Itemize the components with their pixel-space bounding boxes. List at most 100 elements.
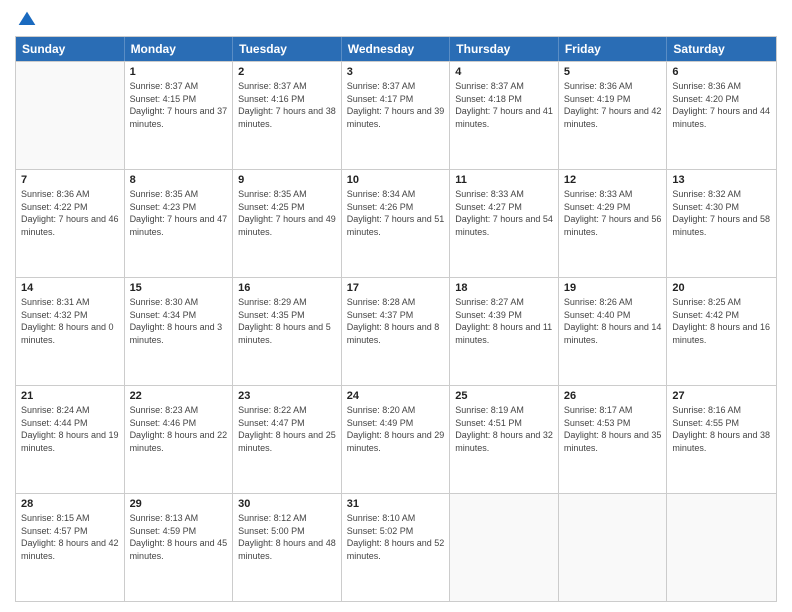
day-info: Sunrise: 8:27 AMSunset: 4:39 PMDaylight:… [455, 296, 553, 346]
day-number: 14 [21, 282, 119, 294]
calendar-cell: 30 Sunrise: 8:12 AMSunset: 5:00 PMDayligh… [233, 494, 342, 601]
calendar-header: SundayMondayTuesdayWednesdayThursdayFrid… [16, 37, 776, 61]
day-number: 29 [130, 498, 228, 510]
day-number: 15 [130, 282, 228, 294]
logo [15, 10, 37, 30]
calendar-cell: 13 Sunrise: 8:32 AMSunset: 4:30 PMDayligh… [667, 170, 776, 277]
day-info: Sunrise: 8:25 AMSunset: 4:42 PMDaylight:… [672, 296, 771, 346]
day-number: 26 [564, 390, 662, 402]
calendar-cell [450, 494, 559, 601]
header-day-wednesday: Wednesday [342, 37, 451, 61]
day-info: Sunrise: 8:31 AMSunset: 4:32 PMDaylight:… [21, 296, 119, 346]
calendar-week-4: 21 Sunrise: 8:24 AMSunset: 4:44 PMDayligh… [16, 385, 776, 493]
day-info: Sunrise: 8:36 AMSunset: 4:22 PMDaylight:… [21, 188, 119, 238]
day-number: 6 [672, 66, 771, 78]
calendar-cell: 10Sunrise: 8:34 AMSunset: 4:26 PMDayligh… [342, 170, 451, 277]
day-number: 21 [21, 390, 119, 402]
calendar-cell: 1 Sunrise: 8:37 AMSunset: 4:15 PMDaylight… [125, 62, 234, 169]
calendar-cell: 23 Sunrise: 8:22 AMSunset: 4:47 PMDayligh… [233, 386, 342, 493]
day-info: Sunrise: 8:35 AMSunset: 4:25 PMDaylight:… [238, 188, 336, 238]
day-info: Sunrise: 8:33 AMSunset: 4:27 PMDaylight:… [455, 188, 553, 238]
calendar-cell: 27 Sunrise: 8:16 AMSunset: 4:55 PMDayligh… [667, 386, 776, 493]
day-info: Sunrise: 8:37 AMSunset: 4:15 PMDaylight:… [130, 80, 228, 130]
calendar-cell: 26 Sunrise: 8:17 AMSunset: 4:53 PMDayligh… [559, 386, 668, 493]
calendar-cell: 25Sunrise: 8:19 AMSunset: 4:51 PMDayligh… [450, 386, 559, 493]
calendar-cell [667, 494, 776, 601]
day-info: Sunrise: 8:24 AMSunset: 4:44 PMDaylight:… [21, 404, 119, 454]
header-day-monday: Monday [125, 37, 234, 61]
day-number: 28 [21, 498, 119, 510]
calendar-cell: 29 Sunrise: 8:13 AMSunset: 4:59 PMDayligh… [125, 494, 234, 601]
day-info: Sunrise: 8:32 AMSunset: 4:30 PMDaylight:… [672, 188, 771, 238]
day-info: Sunrise: 8:37 AMSunset: 4:17 PMDaylight:… [347, 80, 445, 130]
calendar-cell: 14 Sunrise: 8:31 AMSunset: 4:32 PMDayligh… [16, 278, 125, 385]
calendar-cell: 28 Sunrise: 8:15 AMSunset: 4:57 PMDayligh… [16, 494, 125, 601]
calendar-cell [16, 62, 125, 169]
day-info: Sunrise: 8:37 AMSunset: 4:16 PMDaylight:… [238, 80, 336, 130]
day-info: Sunrise: 8:13 AMSunset: 4:59 PMDaylight:… [130, 512, 228, 562]
day-number: 22 [130, 390, 228, 402]
day-number: 17 [347, 282, 445, 294]
day-number: 7 [21, 174, 119, 186]
calendar-cell: 5 Sunrise: 8:36 AMSunset: 4:19 PMDaylight… [559, 62, 668, 169]
day-info: Sunrise: 8:15 AMSunset: 4:57 PMDaylight:… [21, 512, 119, 562]
day-number: 18 [455, 282, 553, 294]
calendar-cell: 8 Sunrise: 8:35 AMSunset: 4:23 PMDaylight… [125, 170, 234, 277]
calendar-week-2: 7 Sunrise: 8:36 AMSunset: 4:22 PMDaylight… [16, 169, 776, 277]
day-number: 3 [347, 66, 445, 78]
day-number: 31 [347, 498, 445, 510]
day-number: 4 [455, 66, 553, 78]
day-info: Sunrise: 8:34 AMSunset: 4:26 PMDaylight:… [347, 188, 445, 238]
header-day-saturday: Saturday [667, 37, 776, 61]
calendar-cell: 9Sunrise: 8:35 AMSunset: 4:25 PMDaylight… [233, 170, 342, 277]
logo-icon [17, 10, 37, 30]
calendar-cell: 12 Sunrise: 8:33 AMSunset: 4:29 PMDayligh… [559, 170, 668, 277]
header-day-tuesday: Tuesday [233, 37, 342, 61]
day-number: 27 [672, 390, 771, 402]
day-info: Sunrise: 8:26 AMSunset: 4:40 PMDaylight:… [564, 296, 662, 346]
day-number: 12 [564, 174, 662, 186]
calendar-body: 1 Sunrise: 8:37 AMSunset: 4:15 PMDaylight… [16, 61, 776, 601]
day-number: 23 [238, 390, 336, 402]
header [15, 10, 777, 30]
calendar-cell: 2 Sunrise: 8:37 AMSunset: 4:16 PMDaylight… [233, 62, 342, 169]
day-number: 24 [347, 390, 445, 402]
calendar-cell: 21 Sunrise: 8:24 AMSunset: 4:44 PMDayligh… [16, 386, 125, 493]
day-number: 25 [455, 390, 553, 402]
calendar-cell: 31Sunrise: 8:10 AMSunset: 5:02 PMDayligh… [342, 494, 451, 601]
calendar-cell: 4 Sunrise: 8:37 AMSunset: 4:18 PMDaylight… [450, 62, 559, 169]
calendar-cell: 16 Sunrise: 8:29 AMSunset: 4:35 PMDayligh… [233, 278, 342, 385]
day-number: 20 [672, 282, 771, 294]
day-info: Sunrise: 8:16 AMSunset: 4:55 PMDaylight:… [672, 404, 771, 454]
day-number: 13 [672, 174, 771, 186]
day-info: Sunrise: 8:30 AMSunset: 4:34 PMDaylight:… [130, 296, 228, 346]
calendar-week-1: 1 Sunrise: 8:37 AMSunset: 4:15 PMDaylight… [16, 61, 776, 169]
day-info: Sunrise: 8:36 AMSunset: 4:19 PMDaylight:… [564, 80, 662, 130]
day-number: 16 [238, 282, 336, 294]
day-number: 11 [455, 174, 553, 186]
day-info: Sunrise: 8:35 AMSunset: 4:23 PMDaylight:… [130, 188, 228, 238]
day-info: Sunrise: 8:33 AMSunset: 4:29 PMDaylight:… [564, 188, 662, 238]
header-day-thursday: Thursday [450, 37, 559, 61]
day-number: 1 [130, 66, 228, 78]
calendar-cell: 7 Sunrise: 8:36 AMSunset: 4:22 PMDaylight… [16, 170, 125, 277]
calendar-cell: 17Sunrise: 8:28 AMSunset: 4:37 PMDayligh… [342, 278, 451, 385]
day-info: Sunrise: 8:29 AMSunset: 4:35 PMDaylight:… [238, 296, 336, 346]
calendar-cell: 24Sunrise: 8:20 AMSunset: 4:49 PMDayligh… [342, 386, 451, 493]
header-day-friday: Friday [559, 37, 668, 61]
day-number: 30 [238, 498, 336, 510]
day-number: 19 [564, 282, 662, 294]
day-number: 2 [238, 66, 336, 78]
day-info: Sunrise: 8:22 AMSunset: 4:47 PMDaylight:… [238, 404, 336, 454]
day-number: 8 [130, 174, 228, 186]
calendar-cell: 18 Sunrise: 8:27 AMSunset: 4:39 PMDayligh… [450, 278, 559, 385]
calendar-cell [559, 494, 668, 601]
calendar-cell: 6Sunrise: 8:36 AMSunset: 4:20 PMDaylight… [667, 62, 776, 169]
calendar-week-5: 28 Sunrise: 8:15 AMSunset: 4:57 PMDayligh… [16, 493, 776, 601]
day-info: Sunrise: 8:17 AMSunset: 4:53 PMDaylight:… [564, 404, 662, 454]
day-number: 5 [564, 66, 662, 78]
day-info: Sunrise: 8:12 AMSunset: 5:00 PMDaylight:… [238, 512, 336, 562]
day-info: Sunrise: 8:37 AMSunset: 4:18 PMDaylight:… [455, 80, 553, 130]
calendar-cell: 11 Sunrise: 8:33 AMSunset: 4:27 PMDayligh… [450, 170, 559, 277]
day-info: Sunrise: 8:23 AMSunset: 4:46 PMDaylight:… [130, 404, 228, 454]
